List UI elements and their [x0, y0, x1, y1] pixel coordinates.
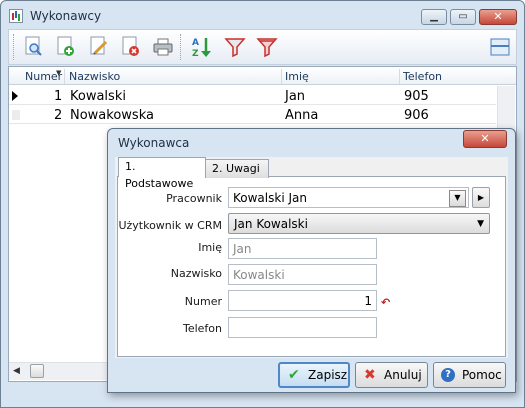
- pracownik-value: Kowalski Jan: [233, 191, 307, 205]
- toolbar-grip: [13, 34, 15, 60]
- filter-icon: [224, 38, 246, 58]
- edit-button[interactable]: [87, 35, 111, 59]
- nazwisko-field[interactable]: Kowalski: [228, 264, 377, 285]
- layout-button[interactable]: [488, 35, 512, 59]
- sort-button[interactable]: AZ: [190, 35, 214, 59]
- cell-telefon: 905: [404, 89, 429, 104]
- dialog-close-button[interactable]: ✕: [463, 130, 507, 148]
- scroll-left-icon[interactable]: ◀: [13, 366, 20, 376]
- layout-icon: [490, 38, 510, 56]
- help-button[interactable]: ? Pomoc: [433, 362, 506, 388]
- undo-icon[interactable]: ↶: [381, 296, 390, 309]
- cell-numer: 1: [54, 89, 63, 104]
- numer-field[interactable]: 1: [228, 290, 377, 311]
- help-icon: ?: [441, 368, 455, 382]
- sort-az-icon: AZ: [192, 38, 211, 59]
- cell-nazwisko: Kowalski: [70, 89, 126, 104]
- svg-text:Z: Z: [192, 49, 199, 59]
- filter-button[interactable]: [223, 35, 247, 59]
- save-button-label: Zapisz: [308, 368, 348, 382]
- save-button[interactable]: ✔ Zapisz: [278, 362, 350, 388]
- pracownik-details-button[interactable]: ▶: [472, 187, 490, 208]
- cell-imie: Jan: [285, 89, 306, 104]
- cell-numer: 2: [54, 108, 63, 123]
- check-icon: ✔: [288, 367, 300, 383]
- cell-imie: Anna: [285, 108, 319, 123]
- chevron-down-icon: ▼: [477, 219, 484, 229]
- column-divider: [64, 69, 65, 84]
- imie-label: Imię: [198, 241, 222, 254]
- uzytkownik-label: Użytkownik w CRM: [118, 219, 222, 232]
- close-icon: ✕: [493, 10, 503, 23]
- chevron-down-icon[interactable]: ▼: [449, 190, 466, 207]
- column-header-imie[interactable]: Imię: [285, 70, 309, 83]
- toolbar-separator: [180, 34, 182, 60]
- close-icon: ✕: [480, 132, 490, 145]
- cell-nazwisko: Nowakowska: [70, 108, 154, 123]
- add-button[interactable]: [54, 35, 78, 59]
- dialog-title: Wykonawca: [118, 136, 190, 150]
- clear-filter-icon: [256, 38, 278, 58]
- pracownik-combo[interactable]: Kowalski Jan ▼: [228, 187, 469, 208]
- imie-field[interactable]: Jan: [228, 238, 377, 259]
- cross-icon: ✖: [364, 367, 376, 383]
- numer-label: Numer: [184, 295, 222, 308]
- close-button[interactable]: ✕: [479, 9, 517, 25]
- nazwisko-label: Nazwisko: [170, 267, 222, 280]
- svg-text:A: A: [192, 38, 199, 48]
- arrow-right-icon: ▶: [477, 193, 485, 202]
- column-divider: [399, 69, 400, 84]
- minimize-icon: ▁: [430, 11, 438, 22]
- horizontal-scroll-thumb[interactable]: [30, 364, 44, 378]
- current-row-indicator-icon: [12, 91, 18, 101]
- maximize-button[interactable]: ▭: [450, 9, 476, 25]
- telefon-field[interactable]: [228, 317, 377, 338]
- edit-icon: [90, 36, 108, 55]
- clear-filter-button[interactable]: [255, 35, 279, 59]
- printer-icon: [153, 38, 173, 56]
- uzytkownik-value: Jan Kowalski: [234, 217, 308, 231]
- row-indicator: [12, 110, 20, 120]
- column-header-telefon[interactable]: Telefon: [403, 70, 442, 83]
- cancel-button-label: Anuluj: [384, 368, 422, 382]
- uzytkownik-select[interactable]: Jan Kowalski ▼: [228, 213, 490, 234]
- app-icon: [9, 9, 23, 23]
- tab-uwagi[interactable]: 2. Uwagi: [205, 159, 269, 178]
- add-document-icon: [57, 36, 74, 56]
- delete-icon: [122, 36, 139, 56]
- window-title: Wykonawcy: [30, 9, 102, 23]
- telefon-label: Telefon: [182, 322, 222, 335]
- preview-icon: [25, 36, 42, 56]
- sort-indicator-icon: ▼: [56, 69, 62, 77]
- cell-telefon: 906: [404, 108, 429, 123]
- print-button[interactable]: [151, 35, 175, 59]
- column-header-nazwisko[interactable]: Nazwisko: [69, 70, 120, 83]
- column-divider: [281, 69, 282, 84]
- cancel-button[interactable]: ✖ Anuluj: [355, 362, 428, 388]
- minimize-button[interactable]: ▁: [421, 9, 447, 25]
- help-button-label: Pomoc: [462, 368, 502, 382]
- preview-button[interactable]: [22, 35, 46, 59]
- pracownik-label: Pracownik: [166, 192, 222, 205]
- maximize-icon: ▭: [458, 11, 468, 22]
- tab-podstawowe[interactable]: 1. Podstawowe: [118, 157, 206, 190]
- delete-button[interactable]: [119, 35, 143, 59]
